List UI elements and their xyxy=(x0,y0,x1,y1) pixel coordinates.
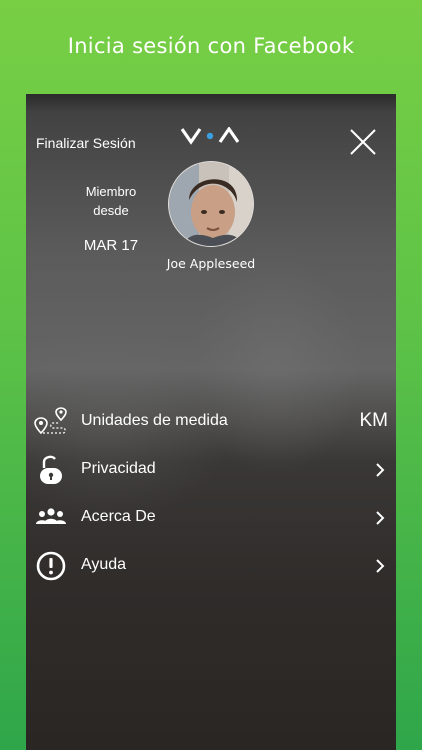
unlocked-padlock-icon xyxy=(33,454,69,486)
menu-item-about[interactable]: Acerca De xyxy=(26,494,396,542)
menu-item-help[interactable]: Ayuda xyxy=(26,542,396,590)
settings-menu: Unidades de medida KM Privacidad Acerca … xyxy=(26,398,396,590)
close-icon[interactable] xyxy=(348,127,378,157)
menu-item-privacy[interactable]: Privacidad xyxy=(26,446,396,494)
user-name: Joe Appleseed xyxy=(166,256,256,271)
va-logo-icon xyxy=(180,126,240,145)
menu-item-label: Acerca De xyxy=(81,508,156,525)
exclamation-circle-icon xyxy=(33,550,69,582)
member-since-date: MAR 17 xyxy=(83,237,139,254)
logout-button[interactable]: Finalizar Sesión xyxy=(36,135,136,151)
menu-item-label: Privacidad xyxy=(81,460,156,477)
member-since-label: Miembro desde xyxy=(85,184,137,218)
chevron-right-icon xyxy=(375,558,385,574)
units-value: KM xyxy=(359,410,389,431)
chevron-right-icon xyxy=(375,510,385,526)
promo-headline: Inicia sesión con Facebook xyxy=(67,34,355,58)
avatar[interactable] xyxy=(168,161,254,247)
menu-item-label: Ayuda xyxy=(81,556,127,573)
menu-item-label: Unidades de medida xyxy=(81,412,228,429)
chevron-right-icon xyxy=(375,462,385,478)
status-bar xyxy=(26,94,396,112)
phone-screen: Finalizar Sesión Miembro desde MAR 17 Jo… xyxy=(26,94,396,750)
menu-item-units[interactable]: Unidades de medida KM xyxy=(26,398,396,446)
group-icon xyxy=(33,502,69,534)
route-pin-icon xyxy=(33,406,69,438)
